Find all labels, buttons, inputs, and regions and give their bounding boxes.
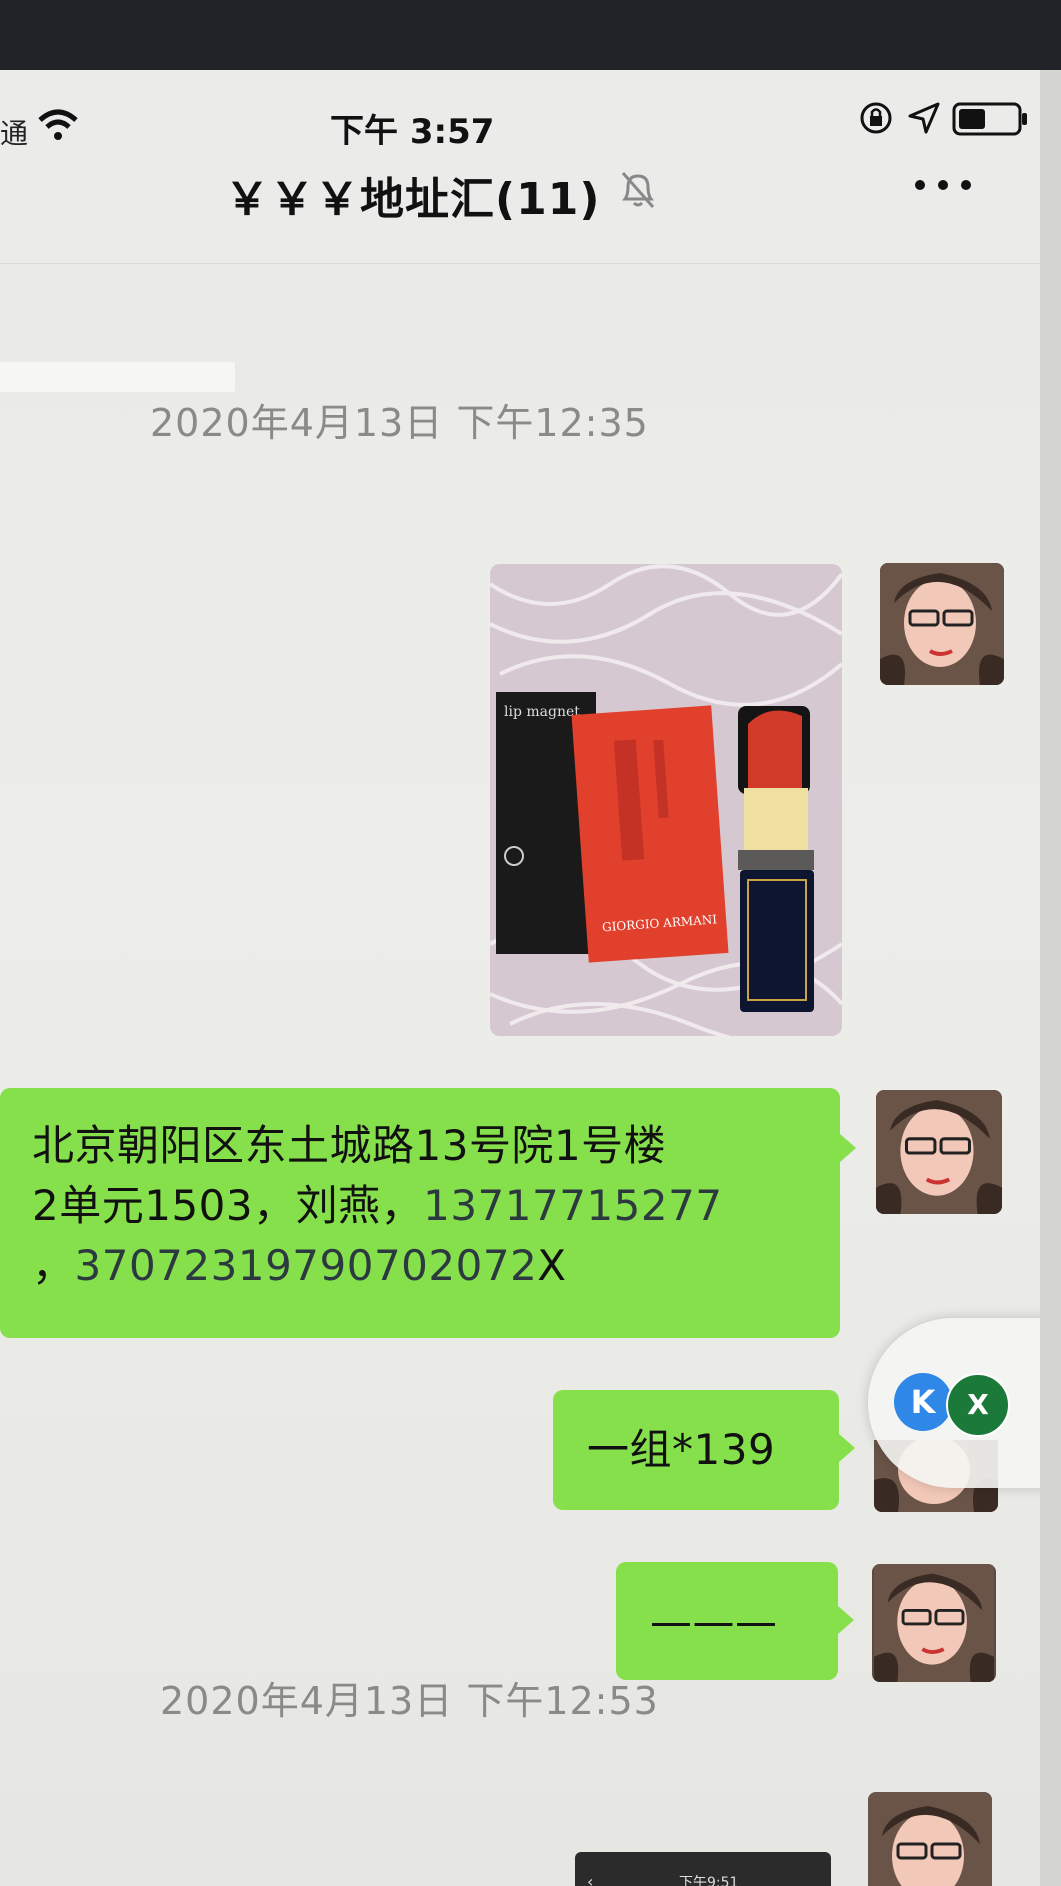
- comma-text: ，: [32, 1241, 75, 1290]
- message-bubble-address[interactable]: 北京朝阳区东土城路13号院1号楼 2单元1503，刘燕，13717715277 …: [0, 1088, 856, 1338]
- message-bubble-group[interactable]: 一组*139: [553, 1390, 855, 1510]
- chat-title: ￥￥￥地址汇(11): [225, 174, 601, 225]
- avatar[interactable]: [880, 563, 1004, 685]
- chat-screen: 通 下午 3:57 ￥￥￥地址汇(11) 2020年4月13日 下午12:35 …: [0, 70, 1040, 1886]
- address-line-2: 2单元1503，刘燕，13717715277: [32, 1176, 832, 1236]
- screenshot-image-message[interactable]: ‹ 下午9:51: [575, 1852, 831, 1886]
- x-app-icon[interactable]: X: [946, 1373, 1010, 1437]
- message-timestamp: 2020年4月13日 下午12:53: [160, 1679, 659, 1723]
- message-timestamp: 2020年4月13日 下午12:35: [150, 401, 649, 445]
- address-name: 2单元1503，刘燕，: [32, 1181, 424, 1230]
- more-options-icon[interactable]: [908, 165, 978, 205]
- floating-assistant-widget[interactable]: K X: [868, 1318, 1040, 1488]
- message-bubble-dash[interactable]: ———: [616, 1562, 854, 1680]
- avatar[interactable]: [872, 1564, 996, 1682]
- group-message-text: 一组*139: [587, 1425, 776, 1474]
- dash-message-text: ———: [650, 1597, 778, 1646]
- lip-magnet-text: lip magnet: [504, 704, 580, 720]
- mini-back-icon: ‹: [587, 1872, 594, 1886]
- avatar[interactable]: [876, 1090, 1002, 1214]
- mini-time-label: 下午9:51: [679, 1875, 739, 1886]
- address-line-1: 北京朝阳区东土城路13号院1号楼: [32, 1121, 667, 1170]
- k-app-icon[interactable]: K: [894, 1373, 952, 1431]
- chat-header: ￥￥￥地址汇(11): [0, 145, 1040, 264]
- image-message[interactable]: lip magnet GIORGIO ARMANI: [490, 564, 842, 1036]
- address-line-3: ，37072319790702072X: [32, 1236, 832, 1296]
- rotation-lock-icon: [860, 102, 892, 134]
- mini-status-bar: [575, 1854, 831, 1866]
- status-bar: 通 下午 3:57: [0, 70, 1040, 152]
- id-number-link[interactable]: 37072319790702072: [75, 1241, 538, 1290]
- pinned-notice-bar: [0, 362, 235, 392]
- mute-bell-icon: [621, 172, 655, 208]
- battery-icon: [952, 102, 1027, 136]
- screen-edge: [1040, 70, 1061, 1886]
- wifi-icon: [38, 109, 78, 140]
- phone-number-link[interactable]: 13717715277: [423, 1181, 722, 1230]
- avatar[interactable]: [868, 1792, 992, 1886]
- id-suffix: X: [537, 1241, 567, 1290]
- location-arrow-icon: [908, 102, 940, 134]
